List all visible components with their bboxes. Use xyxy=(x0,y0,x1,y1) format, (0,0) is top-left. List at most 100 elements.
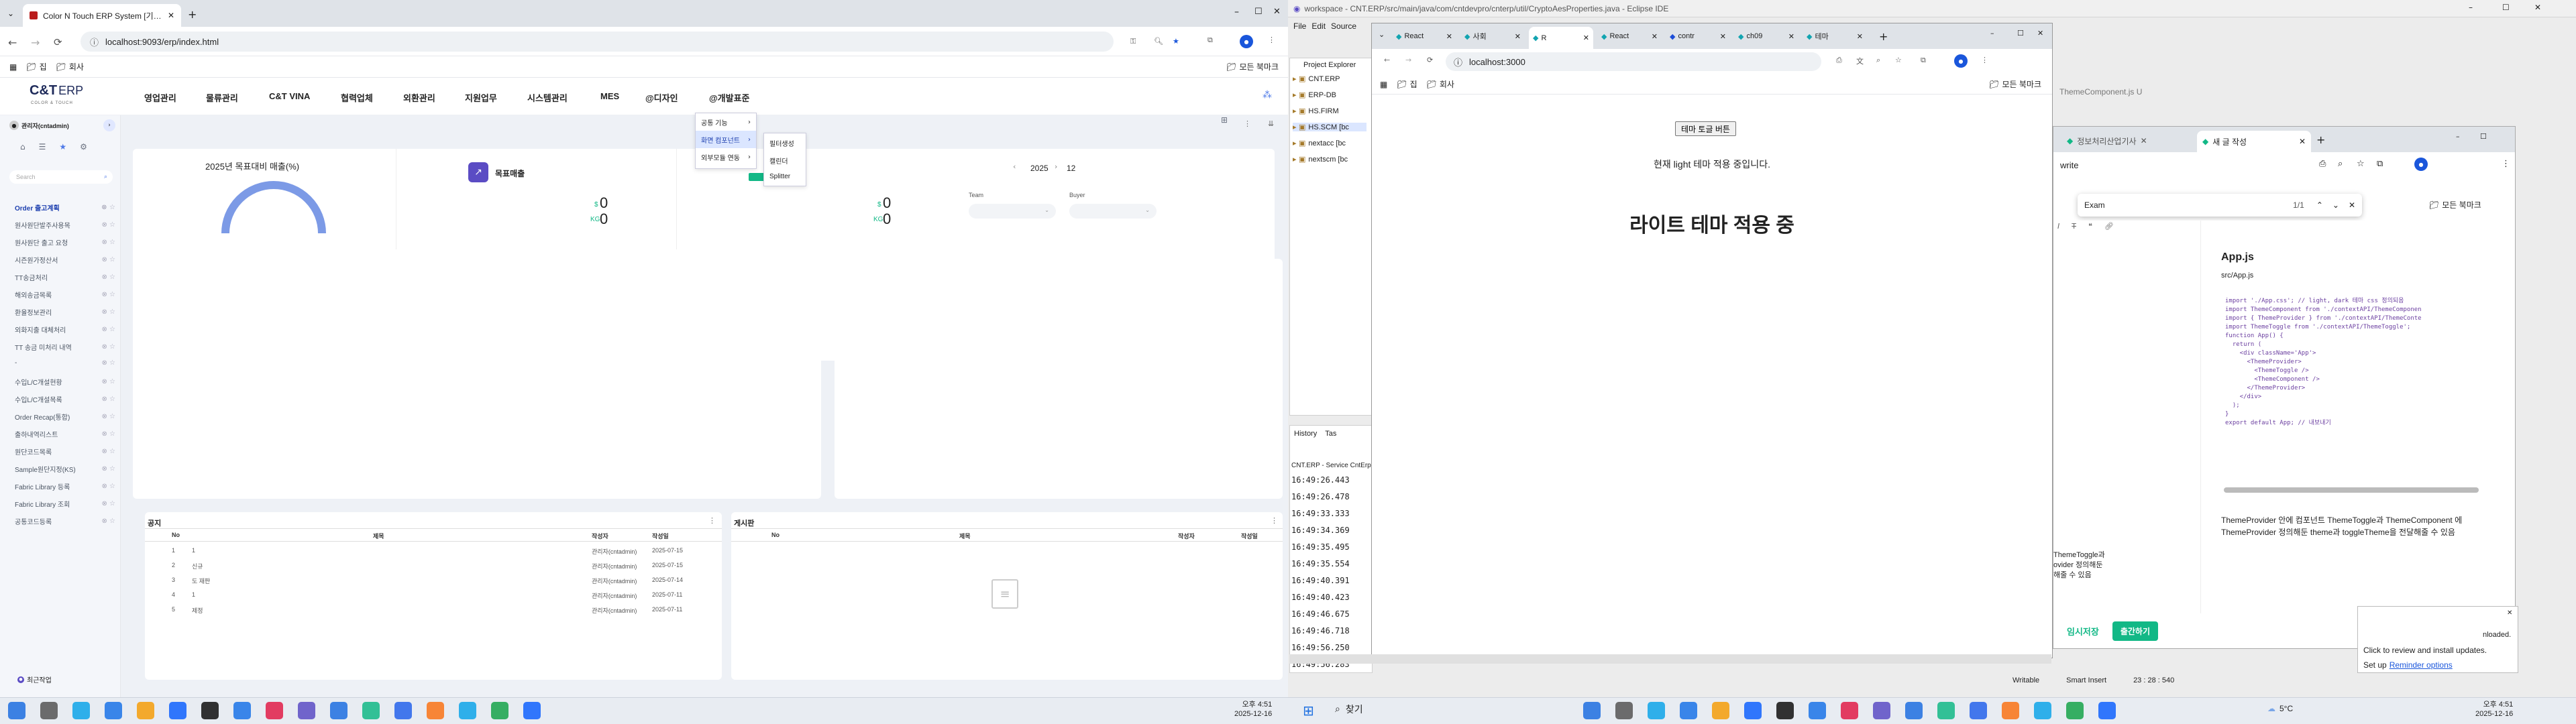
taskbar-app-icon[interactable] xyxy=(298,702,315,719)
project-item[interactable]: ▸ ▣ CNT.ERP xyxy=(1293,74,1340,83)
taskbar-app-icon[interactable] xyxy=(459,702,476,719)
tab-menu-icon[interactable]: ⌄ xyxy=(5,8,16,19)
close-icon[interactable]: ✕ xyxy=(1857,32,1863,41)
sidebar-item[interactable]: 원사원단발주사용목 ⊗ ☆ xyxy=(15,220,115,230)
grid-menu-icon[interactable]: ⁂ xyxy=(1263,90,1272,101)
submenu-item[interactable]: 필터생성 xyxy=(764,133,806,151)
translate-icon[interactable]: 文 xyxy=(1856,56,1864,66)
new-tab-icon[interactable]: + xyxy=(2316,133,2325,146)
close-icon[interactable]: ✕ xyxy=(168,11,174,20)
menu-design[interactable]: @디자인 xyxy=(645,91,678,104)
taskbar-app-icon[interactable] xyxy=(1583,702,1601,719)
profile-avatar[interactable]: ● xyxy=(1954,54,1968,68)
taskbar-app-icon[interactable] xyxy=(394,702,412,719)
chevron-right-icon[interactable]: › xyxy=(1055,162,1057,171)
sidebar-item-icons[interactable]: ⊗ ☆ xyxy=(101,290,115,300)
minimize-icon[interactable]: – xyxy=(2469,3,2473,12)
more-icon[interactable]: ⋮ xyxy=(1244,119,1251,128)
project-item[interactable]: ▸ ▣ ERP-DB xyxy=(1293,90,1336,99)
notice-row[interactable]: 2 신규 관리자(cntadmin) 2025-07-15 xyxy=(145,559,722,572)
notice-row[interactable]: 1 1 관리자(cntadmin) 2025-07-15 xyxy=(145,544,722,558)
minimize-icon[interactable]: – xyxy=(1990,29,1994,38)
taskbar-app-icon[interactable] xyxy=(1970,702,1987,719)
favorites-icon[interactable]: ★ xyxy=(59,142,66,152)
taskbar-app-icon[interactable] xyxy=(1776,702,1794,719)
bookmark-folder[interactable]: 📁︎ 집 xyxy=(26,61,46,72)
dropdown-item[interactable]: 외부모듈 연동 › xyxy=(696,148,756,166)
close-icon[interactable]: ✕ xyxy=(1515,32,1521,41)
star-icon[interactable]: ★ xyxy=(1173,37,1179,46)
find-input[interactable]: Exam xyxy=(2084,200,2293,210)
team-select[interactable]: ⌄ xyxy=(969,204,1056,219)
address-text[interactable]: write xyxy=(2060,160,2078,170)
sidebar-item[interactable]: 공통코드등록 ⊗ ☆ xyxy=(15,516,115,526)
taskbar-app-icon[interactable] xyxy=(427,702,444,719)
strike-icon[interactable]: T xyxy=(2072,222,2076,231)
erp-logo[interactable]: C&T ERP xyxy=(30,83,83,99)
menu-mes[interactable]: MES xyxy=(600,91,619,101)
home-icon[interactable]: ⌂ xyxy=(20,142,25,152)
theme-toggle-button[interactable]: 테마 토글 버튼 xyxy=(1675,121,1736,136)
taskbar-app-icon[interactable] xyxy=(1873,702,1890,719)
sidebar-item[interactable]: 출하내역리스트 ⊗ ☆ xyxy=(15,429,115,439)
tab-erp[interactable]: Color N Touch ERP System [기… ✕ xyxy=(23,4,181,27)
sidebar-item[interactable]: 환율정보관리 ⊗ ☆ xyxy=(15,307,115,317)
sidebar-item-icons[interactable]: ⊗ ☆ xyxy=(101,272,115,282)
apps-grid-icon[interactable]: ▦ xyxy=(9,62,17,72)
sidebar-item-icons[interactable]: ⊗ ☆ xyxy=(101,446,115,457)
maximize-icon[interactable]: ☐ xyxy=(2017,29,2024,38)
sidebar-item[interactable]: Order Recap(통합) ⊗ ☆ xyxy=(15,412,115,422)
sidebar-item[interactable]: Fabric Library 조회 ⊗ ☆ xyxy=(15,499,115,509)
menu-file[interactable]: File xyxy=(1293,21,1306,31)
tab-info[interactable]: ◆ 정보처리산업기사 ✕ xyxy=(2067,131,2147,151)
menu-dev-standard[interactable]: @개발표준 xyxy=(709,91,750,104)
menu-logistics[interactable]: 물류관리 xyxy=(206,91,238,104)
list-icon[interactable]: ☰ xyxy=(39,142,46,152)
horizontal-scrollbar[interactable] xyxy=(1289,654,2051,664)
menu-support[interactable]: 지원업무 xyxy=(465,91,497,104)
draft-button[interactable]: 임시저장 xyxy=(2067,625,2099,638)
sidebar-item[interactable]: 시즌원가정산서 ⊗ ☆ xyxy=(15,255,115,265)
taskbar-app-icon[interactable] xyxy=(8,702,25,719)
menu-edit[interactable]: Edit xyxy=(1311,21,1326,31)
find-next-icon[interactable]: ⌄ xyxy=(2332,200,2339,210)
sidebar-item-icons[interactable]: ⊗ ☆ xyxy=(101,429,115,439)
menu-partners[interactable]: 협력업체 xyxy=(341,91,373,104)
reload-icon[interactable]: ⟳ xyxy=(54,36,62,48)
window-close-icon[interactable]: ✕ xyxy=(2534,3,2541,12)
react-address-input[interactable]: ⓘ localhost:3000 xyxy=(1446,52,1821,71)
maximize-icon[interactable]: ☐ xyxy=(1254,7,1263,17)
close-icon[interactable]: ✕ xyxy=(2299,137,2306,146)
tab-menu-icon[interactable]: ⌄ xyxy=(1379,30,1385,39)
settings-icon[interactable]: ⚙ xyxy=(80,142,87,152)
profile-avatar[interactable]: ● xyxy=(2414,158,2428,171)
apps-grid-icon[interactable]: ▦ xyxy=(1380,80,1387,89)
sidebar-item[interactable]: Order 출고계획 ⊗ ☆ xyxy=(15,202,115,213)
close-icon[interactable]: ✕ xyxy=(1788,32,1794,41)
reload-icon[interactable]: ⟳ xyxy=(1427,56,1433,64)
sidebar-item[interactable]: TT 송금 미처리 내역 ⊗ ☆ xyxy=(15,342,115,352)
dropdown-item[interactable]: 공통 기능 › xyxy=(696,113,756,131)
zoom-icon[interactable]: ⌕ xyxy=(2338,159,2343,169)
sidebar-search[interactable]: Search ⌕ xyxy=(9,170,113,184)
sidebar-item-icons[interactable]: ⊗ ☆ xyxy=(101,307,115,317)
taskbar-app-icon[interactable] xyxy=(362,702,380,719)
taskbar-search[interactable]: ⌕ 찾기 xyxy=(1335,703,1363,716)
sidebar-item[interactable]: 원단코드목록 ⊗ ☆ xyxy=(15,446,115,457)
window-close-icon[interactable]: ✕ xyxy=(2037,29,2043,38)
bookmark-folder[interactable]: 📁︎ 회사 xyxy=(1427,78,1454,90)
project-item[interactable]: ▸ ▣ nextscm [bc xyxy=(1293,155,1348,164)
taskbar-app-icon[interactable] xyxy=(1905,702,1923,719)
close-icon[interactable]: ✕ xyxy=(2349,200,2355,210)
sidebar-item-icons[interactable]: ⊗ ☆ xyxy=(101,255,115,265)
tab-history[interactable]: History xyxy=(1294,430,1317,438)
sidebar-item[interactable]: TT송금처리 ⊗ ☆ xyxy=(15,272,115,282)
sidebar-item[interactable]: Sample원단지정(KS) ⊗ ☆ xyxy=(15,464,115,474)
notice-row[interactable]: 5 제정 관리자(cntadmin) 2025-07-11 xyxy=(145,603,722,617)
code-scrollbar[interactable] xyxy=(2224,487,2479,493)
sidebar-item-icons[interactable]: ⊗ ☆ xyxy=(101,220,115,230)
install-icon[interactable]: ⎙ xyxy=(1836,56,1842,65)
taskbar-app-icon[interactable] xyxy=(1744,702,1762,719)
window-close-icon[interactable]: ✕ xyxy=(1273,7,1281,17)
tab-new-post[interactable]: ◆ 새 글 작성 ✕ xyxy=(2197,131,2311,152)
